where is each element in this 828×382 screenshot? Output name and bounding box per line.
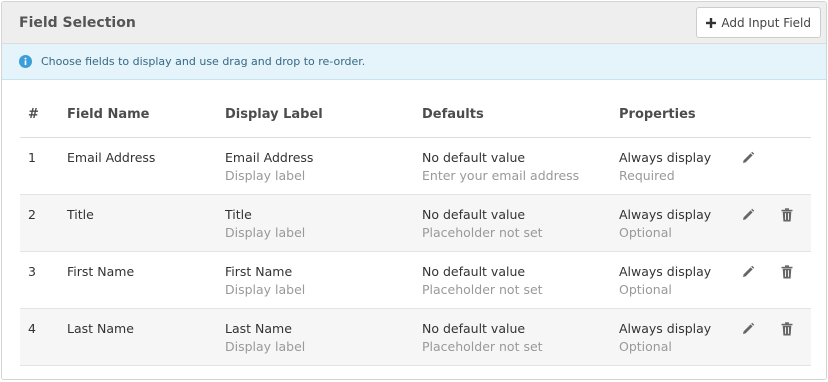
field-name: Last Name <box>67 308 225 366</box>
required-property: Optional <box>619 224 672 240</box>
display-label-caption: Display label <box>225 167 306 183</box>
delete-cell <box>781 251 811 309</box>
default-value: No default value <box>422 320 526 336</box>
pencil-icon[interactable] <box>741 264 755 279</box>
properties-cell: Always display Optional <box>619 194 741 252</box>
placeholder-text: Enter your email address <box>422 167 580 183</box>
default-value: No default value <box>422 149 526 165</box>
properties-cell: Always display Optional <box>619 251 741 309</box>
placeholder-text: Placeholder not set <box>422 338 543 354</box>
panel-title: Field Selection <box>19 14 136 31</box>
add-input-field-label: Add Input Field <box>721 15 811 30</box>
delete-cell <box>781 308 811 366</box>
info-text: Choose fields to display and use drag an… <box>41 55 366 68</box>
display-label-caption: Display label <box>225 338 306 354</box>
field-name: Title <box>67 194 225 252</box>
fields-table-wrap: # Field Name Display Label Defaults Prop… <box>2 80 826 366</box>
row-number: 4 <box>20 308 67 366</box>
display-label: Last Name <box>225 320 292 336</box>
display-property: Always display <box>619 149 712 165</box>
table-row[interactable]: 3 First Name First Name Display label No… <box>20 251 811 309</box>
column-header-defaults: Defaults <box>422 80 619 138</box>
trash-icon[interactable] <box>781 321 793 336</box>
table-row[interactable]: 1 Email Address Email Address Display la… <box>20 137 811 195</box>
display-label: First Name <box>225 263 293 279</box>
edit-cell <box>741 194 781 252</box>
row-number: 3 <box>20 251 67 309</box>
pencil-icon[interactable] <box>741 207 755 222</box>
info-bar: Choose fields to display and use drag an… <box>2 44 826 80</box>
display-label: Title <box>225 206 252 222</box>
defaults-cell: No default value Placeholder not set <box>422 194 619 252</box>
field-name: First Name <box>67 251 225 309</box>
properties-cell: Always display Optional <box>619 308 741 366</box>
required-property: Optional <box>619 281 672 297</box>
field-selection-panel: Field Selection Add Input Field Choose f… <box>1 1 827 380</box>
table-row[interactable]: 4 Last Name Last Name Display label No d… <box>20 308 811 366</box>
column-header-delete <box>781 80 811 138</box>
edit-cell <box>741 308 781 366</box>
trash-icon[interactable] <box>781 264 793 279</box>
delete-cell <box>781 137 811 195</box>
display-label-cell: First Name Display label <box>225 251 422 309</box>
plus-icon <box>706 17 717 28</box>
default-value: No default value <box>422 263 526 279</box>
pencil-icon[interactable] <box>741 150 755 165</box>
column-header-properties: Properties <box>619 80 741 138</box>
display-label-caption: Display label <box>225 224 306 240</box>
properties-cell: Always display Required <box>619 137 741 195</box>
display-property: Always display <box>619 263 712 279</box>
field-name: Email Address <box>67 137 225 195</box>
table-header-row: # Field Name Display Label Defaults Prop… <box>20 80 811 138</box>
column-header-display-label: Display Label <box>225 80 422 138</box>
display-label: Email Address <box>225 149 314 165</box>
info-icon <box>19 55 32 68</box>
display-label-cell: Title Display label <box>225 194 422 252</box>
display-property: Always display <box>619 320 712 336</box>
pencil-icon[interactable] <box>741 321 755 336</box>
display-label-cell: Last Name Display label <box>225 308 422 366</box>
add-input-field-button[interactable]: Add Input Field <box>696 7 821 38</box>
required-property: Required <box>619 167 675 183</box>
column-header-field-name: Field Name <box>67 80 225 138</box>
row-number: 2 <box>20 194 67 252</box>
fields-table: # Field Name Display Label Defaults Prop… <box>20 80 811 366</box>
display-property: Always display <box>619 206 712 222</box>
placeholder-text: Placeholder not set <box>422 281 543 297</box>
delete-cell <box>781 194 811 252</box>
default-value: No default value <box>422 206 526 222</box>
column-header-edit <box>741 80 781 138</box>
defaults-cell: No default value Placeholder not set <box>422 308 619 366</box>
edit-cell <box>741 137 781 195</box>
display-label-cell: Email Address Display label <box>225 137 422 195</box>
placeholder-text: Placeholder not set <box>422 224 543 240</box>
defaults-cell: No default value Placeholder not set <box>422 251 619 309</box>
table-row[interactable]: 2 Title Title Display label No default v… <box>20 194 811 252</box>
required-property: Optional <box>619 338 672 354</box>
column-header-number: # <box>20 80 67 138</box>
edit-cell <box>741 251 781 309</box>
display-label-caption: Display label <box>225 281 306 297</box>
row-number: 1 <box>20 137 67 195</box>
panel-header: Field Selection Add Input Field <box>2 2 826 44</box>
trash-icon[interactable] <box>781 207 793 222</box>
defaults-cell: No default value Enter your email addres… <box>422 137 619 195</box>
